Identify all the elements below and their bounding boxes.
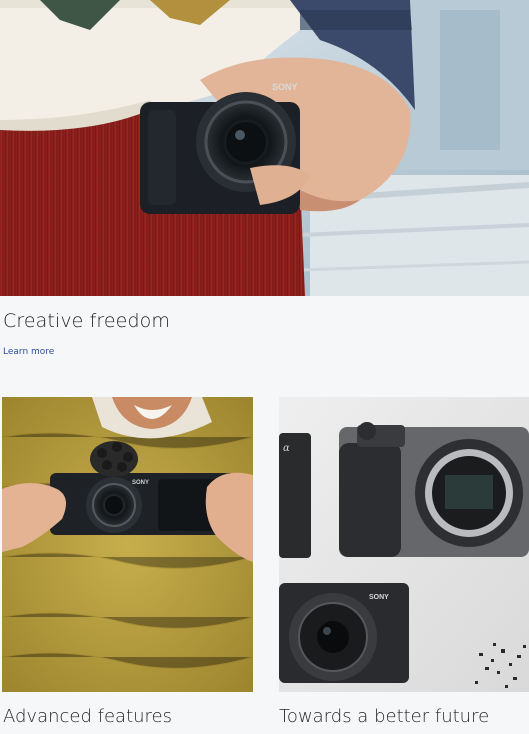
- hero-title: Creative freedom: [3, 310, 170, 332]
- card-camera-brand-right: SONY: [369, 594, 389, 601]
- hero-image[interactable]: SONY: [0, 0, 529, 296]
- advanced-features-title[interactable]: Advanced features: [3, 706, 172, 727]
- card-camera-brand-left: SONY: [132, 480, 149, 486]
- hero-camera-brand: SONY: [272, 82, 298, 92]
- better-future-title[interactable]: Towards a better future: [279, 706, 489, 727]
- learn-more-link[interactable]: Learn more: [3, 347, 54, 357]
- advanced-features-image[interactable]: SONY: [2, 397, 253, 692]
- svg-text:α: α: [283, 443, 290, 454]
- better-future-image[interactable]: α SONY: [279, 397, 529, 692]
